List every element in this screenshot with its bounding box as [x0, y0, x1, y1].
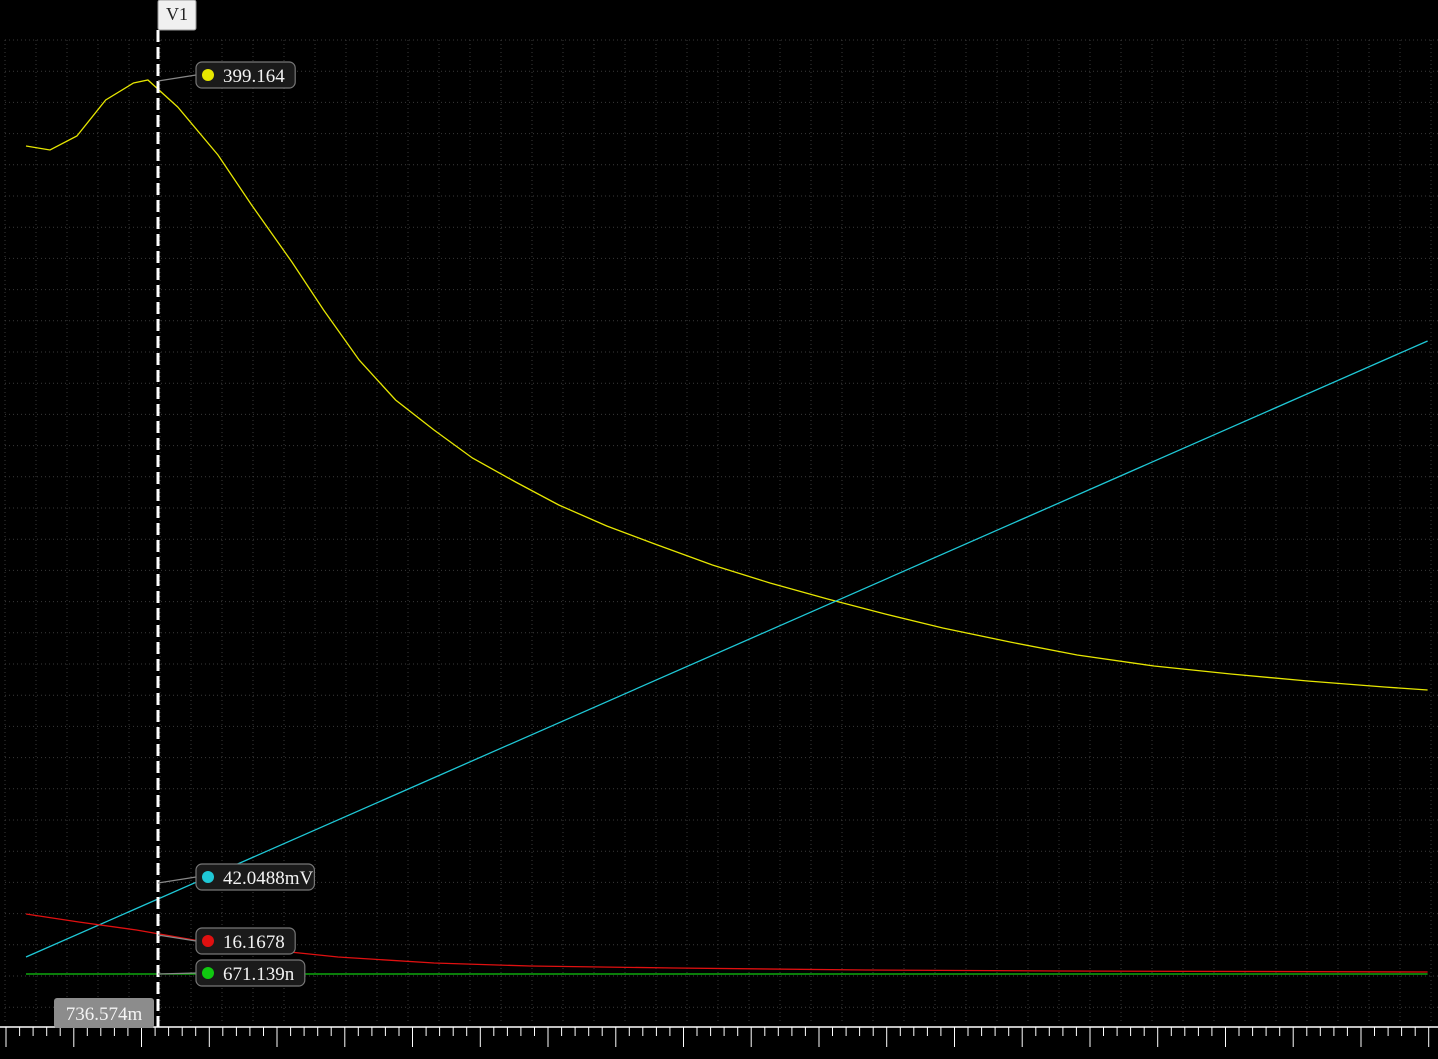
readout-value: 399.164: [223, 66, 285, 87]
readout-yellow: 399.164: [157, 61, 296, 89]
cursor-tag-label: V1: [166, 4, 188, 24]
readout-color-dot: [202, 935, 214, 947]
readout-connector: [157, 934, 197, 942]
cursor-v1[interactable]: V1 736.574m 399.164 42.0488mV 16.1678 671.139…: [54, 0, 316, 1028]
cursor-tag[interactable]: V1: [157, 0, 197, 31]
cursor-x-readout: 736.574m: [54, 998, 154, 1028]
readout-value: 16.1678: [223, 932, 285, 953]
series-yellow-trace[interactable]: [25, 79, 1428, 691]
readout-color-dot: [202, 967, 214, 979]
plot-series: [25, 79, 1428, 975]
readout-cyan: 42.0488mV: [157, 863, 316, 891]
readout-value: 42.0488mV: [223, 868, 314, 889]
waveform-plot[interactable]: V1 736.574m 399.164 42.0488mV 16.1678 671.139…: [0, 0, 1438, 1059]
x-axis: [0, 1026, 1438, 1047]
cursor-x-value: 736.574m: [66, 1004, 143, 1025]
readout-red: 16.1678: [157, 927, 296, 955]
readout-green: 671.139n: [157, 959, 306, 987]
readout-value: 671.139n: [223, 964, 295, 985]
readout-connector: [157, 74, 197, 82]
readout-color-dot: [202, 69, 214, 81]
readout-color-dot: [202, 871, 214, 883]
